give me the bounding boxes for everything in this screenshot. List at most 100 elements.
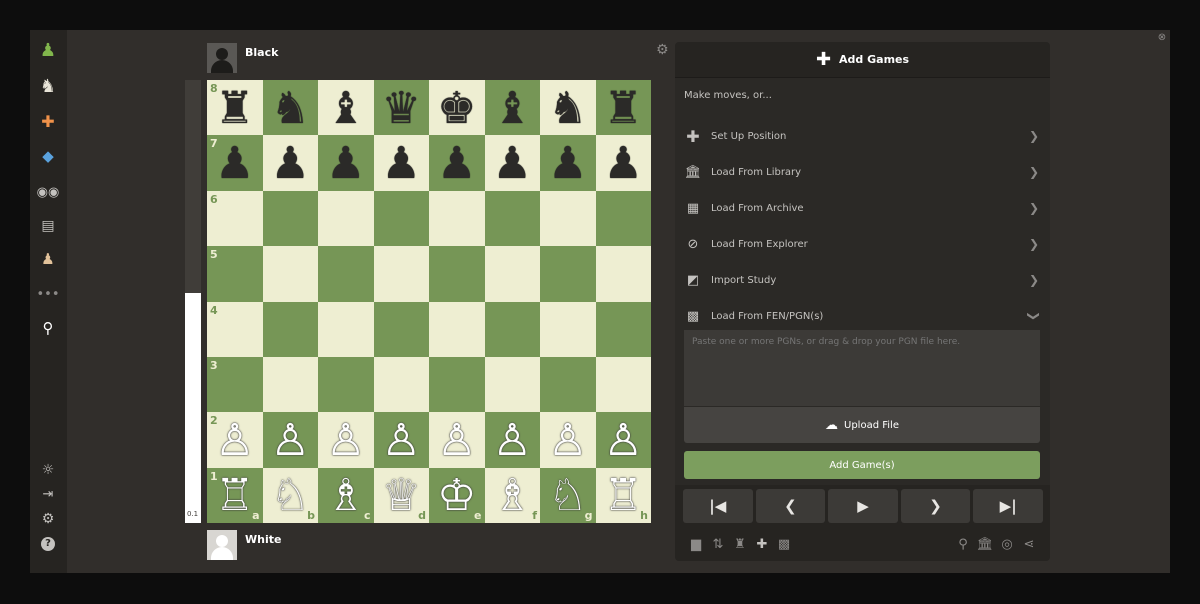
chess-piece[interactable]: ♘ [548, 474, 587, 518]
chess-piece[interactable]: ♝ [493, 86, 532, 131]
square-f7[interactable]: ♟ [484, 135, 540, 191]
chess-piece[interactable]: ♟ [215, 142, 254, 186]
chess-piece[interactable]: ♟ [271, 142, 310, 186]
square-a2[interactable]: ♙ 2 [207, 412, 263, 468]
square-e2[interactable]: ♙ [429, 412, 485, 468]
square-f3[interactable] [484, 356, 540, 413]
square-e3[interactable] [429, 356, 485, 413]
square-a3[interactable]: 3 [207, 356, 263, 413]
chess-piece[interactable]: ♙ [382, 419, 421, 463]
square-b7[interactable]: ♟ [262, 135, 318, 191]
square-d4[interactable] [373, 301, 429, 357]
settings-icon[interactable]: ⚙ [36, 508, 60, 530]
chess-piece[interactable]: ♟ [437, 142, 476, 186]
square-a4[interactable]: 4 [207, 301, 263, 357]
square-c2[interactable]: ♙ [318, 412, 374, 468]
square-h3[interactable] [595, 356, 651, 413]
chess-piece[interactable]: ♟ [548, 142, 587, 186]
previous-move-button[interactable]: ❮ [755, 489, 826, 523]
square-b5[interactable] [262, 246, 318, 302]
square-h6[interactable] [595, 190, 651, 247]
chess-piece[interactable]: ♝ [326, 86, 365, 131]
square-b6[interactable] [262, 190, 318, 247]
help-icon[interactable]: ? [36, 533, 60, 555]
square-b3[interactable] [262, 356, 318, 413]
option-load-from-archive[interactable]: ▦ Load From Archive ❯ [675, 190, 1050, 226]
option-set-up-position[interactable]: ✚ Set Up Position ❯ [675, 118, 1050, 154]
square-g2[interactable]: ♙ [540, 412, 596, 468]
play-button[interactable]: ▶ [828, 489, 898, 523]
square-c3[interactable] [318, 356, 374, 413]
chess-piece[interactable]: ♜ [604, 86, 643, 131]
option-load-from-fen-pgn[interactable]: ▩ Load From FEN/PGN(s) ❯ [675, 298, 1050, 334]
chess-piece[interactable]: ♞ [271, 86, 310, 131]
chess-piece[interactable]: ♕ [382, 474, 421, 518]
square-d2[interactable]: ♙ [373, 412, 429, 468]
square-c4[interactable] [318, 301, 374, 357]
chess-piece[interactable]: ♟ [326, 142, 365, 186]
chess-piece[interactable]: ♔ [437, 474, 476, 518]
collapse-icon[interactable]: ⇥ [36, 483, 60, 505]
square-d7[interactable]: ♟ [373, 135, 429, 191]
more-icon[interactable]: ••• [36, 283, 60, 305]
upload-file-button[interactable]: ☁ Upload File [684, 407, 1040, 443]
chess-piece[interactable]: ♖ [215, 474, 254, 518]
square-g7[interactable]: ♟ [540, 135, 596, 191]
square-a5[interactable]: 5 [207, 246, 263, 302]
option-load-from-library[interactable]: 🏛 Load From Library ❯ [675, 154, 1050, 190]
square-d8[interactable]: ♛ [373, 80, 429, 136]
square-d6[interactable] [373, 190, 429, 247]
avatar[interactable] [207, 530, 237, 560]
target-icon[interactable]: ◎ [996, 535, 1018, 553]
add-games-button[interactable]: Add Game(s) [684, 451, 1040, 479]
square-e8[interactable]: ♚ [429, 80, 485, 136]
square-b2[interactable]: ♙ [262, 412, 318, 468]
chess-piece[interactable]: ♟ [493, 142, 532, 186]
square-h5[interactable] [595, 246, 651, 302]
square-g3[interactable] [540, 356, 596, 413]
watch-icon[interactable]: ◉◉ [36, 181, 60, 203]
square-h8[interactable]: ♜ [595, 80, 651, 136]
chart-icon[interactable]: ▆ [685, 535, 707, 553]
avatar[interactable] [207, 43, 237, 73]
square-f8[interactable]: ♝ [484, 80, 540, 136]
square-b1[interactable]: ♘ b [262, 467, 318, 524]
chess-piece[interactable]: ♙ [548, 419, 587, 463]
square-c7[interactable]: ♟ [318, 135, 374, 191]
theme-icon[interactable]: ☼ [36, 459, 60, 481]
square-c6[interactable] [318, 190, 374, 247]
chess-piece[interactable]: ♜ [215, 86, 254, 131]
chess-piece[interactable]: ♟ [604, 142, 643, 186]
learn-icon[interactable]: ◆ [36, 145, 60, 167]
add-board-icon[interactable]: ▩ [773, 535, 795, 553]
close-icon[interactable]: ⊗ [1156, 32, 1168, 44]
square-f6[interactable] [484, 190, 540, 247]
square-c5[interactable] [318, 246, 374, 302]
square-a7[interactable]: ♟ 7 [207, 135, 263, 191]
chess-piece[interactable]: ♛ [382, 86, 421, 131]
chess-piece[interactable]: ♙ [437, 419, 476, 463]
chess-piece[interactable]: ♖ [604, 474, 643, 518]
player-name[interactable]: White [245, 533, 281, 546]
add-games-header[interactable]: ✚ Add Games [675, 42, 1050, 78]
square-c8[interactable]: ♝ [318, 80, 374, 136]
chess-piece[interactable]: ♙ [604, 419, 643, 463]
square-b8[interactable]: ♞ [262, 80, 318, 136]
share-icon[interactable]: ⋖ [1018, 535, 1040, 553]
square-e7[interactable]: ♟ [429, 135, 485, 191]
chess-piece[interactable]: ♗ [493, 474, 532, 518]
square-e5[interactable] [429, 246, 485, 302]
option-import-study[interactable]: ◩ Import Study ❯ [675, 262, 1050, 298]
square-h2[interactable]: ♙ [595, 412, 651, 468]
square-c1[interactable]: ♗ c [318, 467, 374, 524]
pieces-icon[interactable]: ♜ [729, 535, 751, 553]
square-f1[interactable]: ♗ f [484, 467, 540, 524]
puzzle-icon[interactable]: ♞ [36, 75, 60, 97]
square-e4[interactable] [429, 301, 485, 357]
square-f2[interactable]: ♙ [484, 412, 540, 468]
chess-piece[interactable]: ♙ [271, 419, 310, 463]
square-f4[interactable] [484, 301, 540, 357]
square-e6[interactable] [429, 190, 485, 247]
square-g1[interactable]: ♘ g [540, 467, 596, 524]
last-move-button[interactable]: ▶| [973, 489, 1043, 523]
